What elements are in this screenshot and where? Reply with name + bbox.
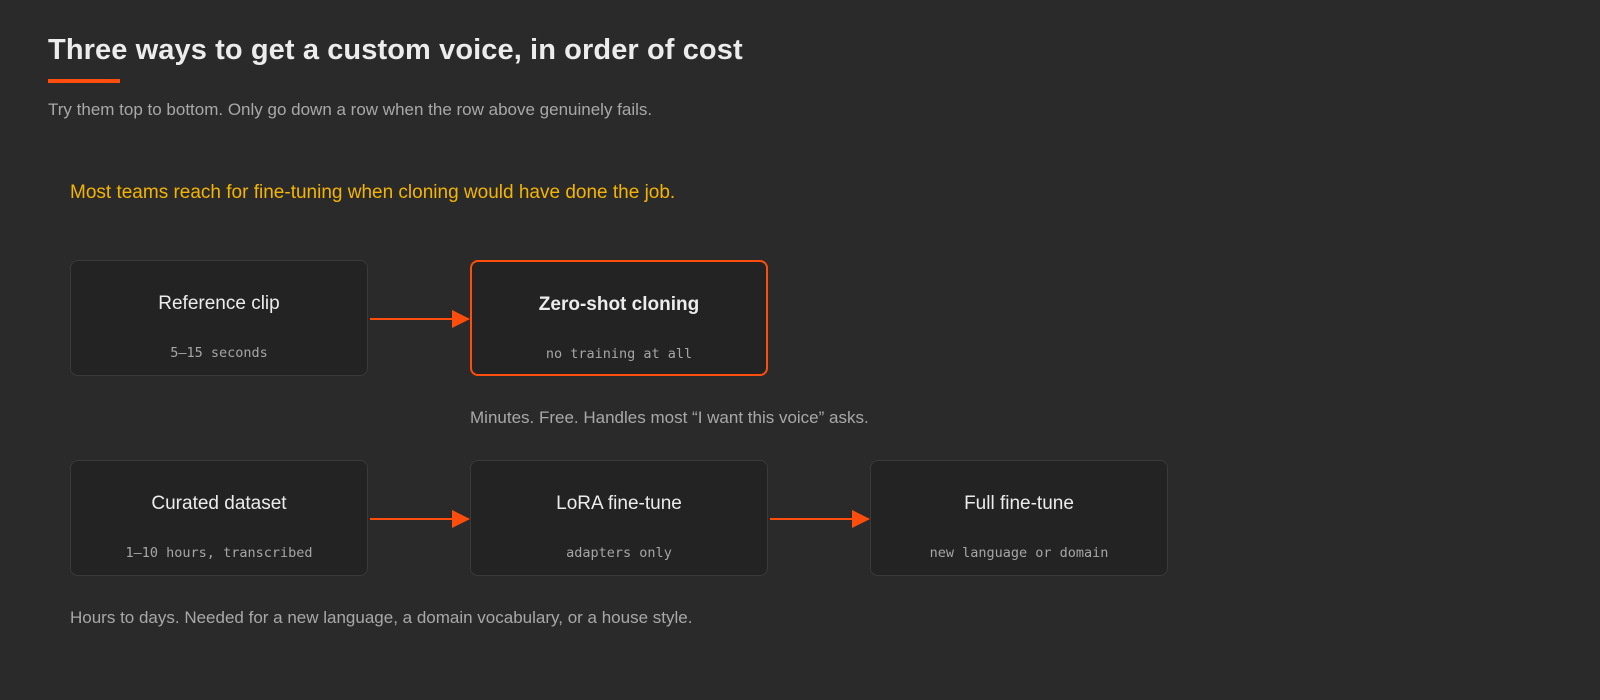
node-title: Curated dataset (151, 493, 287, 514)
node-subtitle: 5–15 seconds (170, 345, 268, 361)
node-reference-clip: Reference clip 5–15 seconds (70, 260, 368, 376)
page-subtitle: Try them top to bottom. Only go down a r… (48, 100, 653, 119)
node-title: LoRA fine-tune (556, 493, 682, 514)
node-zero-shot-cloning: Zero-shot cloning no training at all (470, 260, 768, 376)
row-2-note: Hours to days. Needed for a new language… (70, 608, 693, 627)
callout-text: Most teams reach for fine-tuning when cl… (70, 182, 676, 203)
arrow-dataset-to-lora (370, 510, 470, 528)
node-lora-fine-tune: LoRA fine-tune adapters only (470, 460, 768, 576)
node-subtitle: new language or domain (929, 545, 1109, 561)
arrow-reference-to-cloning (370, 310, 470, 328)
node-curated-dataset: Curated dataset 1–10 hours, transcribed (70, 460, 368, 576)
node-title: Full fine-tune (964, 493, 1074, 514)
page-title: Three ways to get a custom voice, in ord… (48, 34, 743, 66)
node-subtitle: 1–10 hours, transcribed (125, 545, 313, 561)
node-subtitle: adapters only (566, 545, 672, 561)
node-subtitle: no training at all (545, 346, 693, 362)
node-title: Zero-shot cloning (538, 294, 700, 315)
node-full-fine-tune: Full fine-tune new language or domain (870, 460, 1168, 576)
row-1-note: Minutes. Free. Handles most “I want this… (470, 408, 869, 427)
arrow-lora-to-full (770, 510, 870, 528)
node-title: Reference clip (158, 293, 280, 314)
title-underline (48, 79, 120, 83)
